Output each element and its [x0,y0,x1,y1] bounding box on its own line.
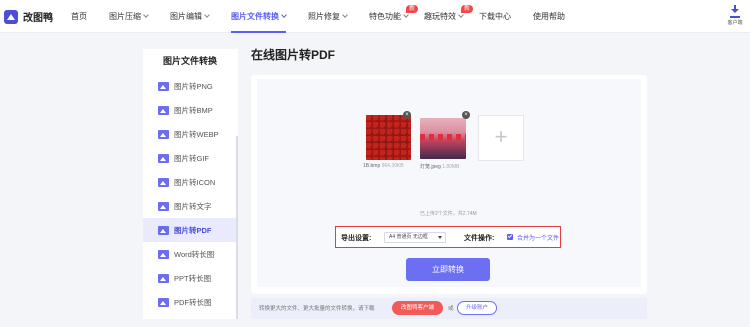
convert-button[interactable]: 立即转换 [406,258,490,281]
page-format-select[interactable]: A4 普通页 无边框 [384,232,446,243]
new-badge: 新 [406,5,419,13]
sidebar: 图片文件转换 图片转PNG 图片转BMP 图片转WEBP 图片转GIF 图片转I… [143,49,238,319]
sidebar-item-gif[interactable]: 图片转GIF [143,146,238,170]
remove-file-icon[interactable]: × [462,111,470,119]
sidebar-item-pdf-long[interactable]: PDF转长图 [143,290,238,314]
or-text: 或 [448,306,454,312]
file-thumbnail [366,115,411,160]
download-icon [730,5,740,16]
sidebar-item-webp[interactable]: 图片转WEBP [143,122,238,146]
file-caption: 1B.bmp 964.30KB [363,163,404,169]
image-icon [158,201,169,211]
image-icon [158,81,169,91]
nav-fun-effects[interactable]: 趣玩特效新 [424,0,474,33]
chevron-down-icon [143,12,149,18]
upload-summary: 已上传2个文件，共2.74M [420,211,477,217]
main-nav: 首页 图片压缩 图片编辑 图片文件转换 照片修复 特色功能新 趣玩特效新 下载中… [71,0,565,33]
nav-download-center[interactable]: 下载中心 [479,0,511,33]
nav-help[interactable]: 使用帮助 [533,0,565,33]
upgrade-banner-text: 转换更大的文件、更大批量的文件转换，请下载 [259,306,375,312]
export-settings-box: 导出设置: A4 普通页 无边框 文件操作: 合并为一个文件 [335,226,561,248]
page-title: 在线图片转PDF [251,48,336,62]
remove-file-icon[interactable]: × [403,111,411,119]
nav-photo-repair[interactable]: 照片修复 [308,0,348,33]
chevron-down-icon [438,236,442,239]
chevron-down-icon [403,12,409,18]
sidebar-item-pdf[interactable]: 图片转PDF [143,218,238,242]
image-icon [158,177,169,187]
sidebar-item-text[interactable]: 图片转文字 [143,194,238,218]
file-caption: 灯笼.jpeg 1.80MB [420,164,460,170]
nav-image-compress[interactable]: 图片压缩 [109,0,149,33]
file-operation-label: 文件操作: [464,235,495,242]
nav-image-edit[interactable]: 图片编辑 [170,0,210,33]
logo[interactable]: 改图鸭 [4,9,53,24]
upgrade-banner: 转换更大的文件、更大批量的文件转换，请下载 改图鸭客户端 或 升级账户 [251,298,647,319]
logo-icon [4,9,18,24]
client-label: 客户端 [727,20,743,26]
add-file-button[interactable]: + [478,115,524,161]
image-icon [158,225,169,235]
chevron-down-icon [281,12,287,18]
top-nav-bar: 改图鸭 首页 图片压缩 图片编辑 图片文件转换 照片修复 特色功能新 趣玩特效新… [0,0,750,33]
new-badge: 新 [461,5,474,13]
sidebar-item-bmp[interactable]: 图片转BMP [143,98,238,122]
sidebar-scrollbar[interactable] [236,136,238,319]
brand-name: 改图鸭 [23,13,53,24]
sidebar-item-ppt-long[interactable]: PPT转长图 [143,266,238,290]
image-icon [158,129,169,139]
document-icon [158,273,169,283]
download-client-button[interactable]: 改图鸭客户端 [392,301,443,315]
file-thumbnail [420,118,466,159]
sidebar-item-png[interactable]: 图片转PNG [143,74,238,98]
merge-checkbox[interactable] [507,234,513,240]
upgrade-account-button[interactable]: 升级账户 [457,301,497,315]
merge-label[interactable]: 合并为一个文件 [517,233,559,242]
sidebar-item-word-long[interactable]: Word转长图 [143,242,238,266]
sidebar-list: 图片转PNG 图片转BMP 图片转WEBP 图片转GIF 图片转ICON 图片转… [143,74,238,314]
nav-special-features[interactable]: 特色功能新 [369,0,419,33]
chevron-down-icon [204,12,210,18]
export-settings-label: 导出设置: [341,235,372,242]
sidebar-title: 图片文件转换 [163,56,218,66]
image-icon [158,153,169,163]
chevron-down-icon [342,12,348,18]
document-icon [158,249,169,259]
nav-image-convert[interactable]: 图片文件转换 [231,0,287,33]
image-icon [158,105,169,115]
client-download-button[interactable]: 客户端 [726,5,744,26]
nav-home[interactable]: 首页 [71,0,87,33]
chevron-down-icon [458,12,464,18]
sidebar-item-icon[interactable]: 图片转ICON [143,170,238,194]
upload-dropzone[interactable] [257,79,641,287]
document-icon [158,297,169,307]
